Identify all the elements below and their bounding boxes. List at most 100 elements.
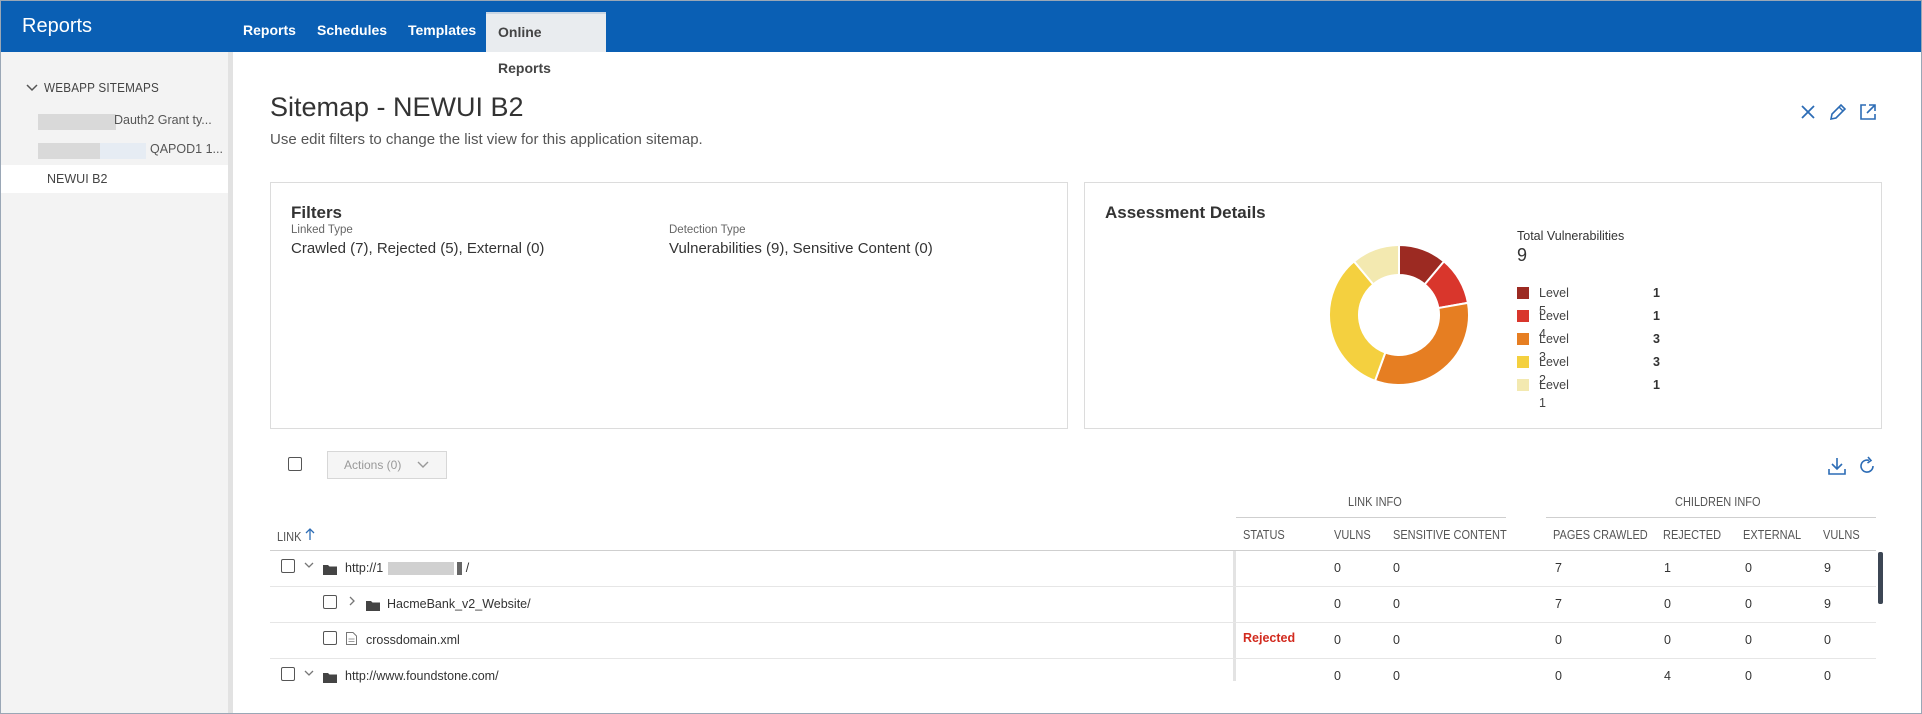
close-icon[interactable]	[1797, 101, 1819, 123]
tab-templates[interactable]: Templates	[396, 12, 488, 52]
download-icon[interactable]	[1826, 455, 1848, 477]
row-checkbox[interactable]	[281, 559, 295, 573]
edit-icon[interactable]	[1827, 101, 1849, 123]
sidebar-item-label: NEWUI B2	[47, 172, 108, 186]
sidebar-section-header[interactable]: WEBAPP SITEMAPS	[26, 80, 172, 95]
link-info-group-header: LINK INFO	[1348, 495, 1402, 509]
link-cell[interactable]: crossdomain.xml	[366, 633, 460, 647]
legend-count: 3	[1653, 355, 1660, 369]
row-divider	[270, 658, 1876, 659]
sidebar-item-label: QAPOD1 1...	[150, 142, 223, 156]
column-header-child-vulns[interactable]: VULNS	[1823, 528, 1860, 542]
child-vulns-cell: 9	[1824, 597, 1831, 611]
pages-crawled-cell: 7	[1555, 597, 1562, 611]
vulnerability-donut-chart	[1328, 243, 1470, 386]
column-header-label: LINK	[277, 530, 302, 544]
assessment-title: Assessment Details	[1105, 203, 1266, 222]
external-cell: 0	[1745, 597, 1752, 611]
sensitive-cell: 0	[1393, 633, 1400, 647]
external-cell: 0	[1745, 669, 1752, 683]
redacted-text	[457, 562, 463, 576]
sort-ascending-icon	[305, 527, 315, 546]
page-title: Sitemap - NEWUI B2	[270, 92, 524, 122]
folder-icon	[323, 670, 337, 683]
chevron-down-icon[interactable]	[304, 560, 314, 573]
legend-swatch	[1517, 333, 1529, 345]
select-all-checkbox[interactable]	[288, 457, 302, 471]
chevron-down-icon	[26, 80, 40, 95]
pages-crawled-cell: 0	[1555, 633, 1562, 647]
chevron-down-icon[interactable]	[304, 668, 314, 681]
column-header-external[interactable]: EXTERNAL	[1743, 528, 1801, 542]
link-cell[interactable]: http://www.foundstone.com/	[345, 669, 499, 683]
legend-count: 1	[1653, 378, 1660, 392]
rejected-cell: 4	[1664, 669, 1671, 683]
pages-crawled-cell: 0	[1555, 669, 1562, 683]
vulns-cell: 0	[1334, 669, 1341, 683]
redacted-text	[38, 143, 100, 159]
app-title: Reports	[22, 15, 93, 37]
link-cell[interactable]: http://1 /	[345, 561, 470, 576]
page-subtitle: Use edit filters to change the list view…	[270, 131, 703, 148]
column-header-pages-crawled[interactable]: PAGES CRAWLED	[1553, 528, 1648, 542]
legend-label: Level 1	[1539, 378, 1569, 410]
actions-dropdown[interactable]: Actions (0)	[327, 451, 447, 479]
children-info-group-header: CHILDREN INFO	[1675, 495, 1761, 509]
sensitive-cell: 0	[1393, 597, 1400, 611]
legend-count: 3	[1653, 332, 1660, 346]
tab-schedules[interactable]: Schedules	[305, 12, 399, 52]
child-vulns-cell: 9	[1824, 561, 1831, 575]
row-divider	[270, 586, 1876, 587]
filters-title: Filters	[291, 203, 343, 222]
status-badge: Rejected	[1243, 631, 1296, 645]
link-cell[interactable]: HacmeBank_v2_Website/	[387, 597, 531, 611]
column-header-vulns[interactable]: VULNS	[1334, 528, 1371, 542]
redacted-text	[100, 143, 146, 159]
vulns-cell: 0	[1334, 561, 1341, 575]
sidebar: WEBAPP SITEMAPS Dauth2 Grant ty... QAPOD…	[0, 52, 232, 714]
child-vulns-cell: 0	[1824, 633, 1831, 647]
table-scrollbar[interactable]	[1878, 552, 1883, 604]
legend-count: 1	[1653, 309, 1660, 323]
vulns-cell: 0	[1334, 633, 1341, 647]
column-header-status[interactable]: STATUS	[1243, 528, 1285, 542]
total-vulnerabilities-label: Total Vulnerabilities	[1517, 229, 1625, 243]
chevron-right-icon[interactable]	[347, 596, 357, 609]
link-suffix: /	[465, 561, 470, 575]
legend-swatch	[1517, 310, 1529, 322]
legend-swatch	[1517, 356, 1529, 368]
donut-slice-level-3[interactable]	[1373, 301, 1470, 386]
legend-count: 1	[1653, 286, 1660, 300]
group-divider	[1236, 517, 1506, 518]
tab-reports[interactable]: Reports	[231, 12, 308, 52]
actions-label: Actions (0)	[344, 458, 402, 472]
sidebar-item-qapod1[interactable]: QAPOD1 1...	[0, 135, 228, 163]
folder-icon	[323, 562, 337, 575]
child-vulns-cell: 0	[1824, 669, 1831, 683]
external-cell: 0	[1745, 561, 1752, 575]
column-resize-divider[interactable]	[1233, 551, 1236, 681]
open-external-icon[interactable]	[1857, 101, 1879, 123]
column-header-sensitive-content[interactable]: SENSITIVE CONTENT	[1393, 528, 1507, 542]
column-header-link[interactable]: LINK	[277, 528, 315, 546]
tab-online-reports[interactable]: Online Reports	[486, 12, 606, 76]
sensitive-cell: 0	[1393, 669, 1400, 683]
sidebar-item-newui-b2[interactable]: NEWUI B2	[0, 165, 228, 193]
legend-swatch	[1517, 379, 1529, 391]
sidebar-item-oauth2[interactable]: Dauth2 Grant ty...	[0, 106, 228, 134]
sidebar-section-title: WEBAPP SITEMAPS	[43, 80, 159, 95]
top-navigation-bar: Reports Reports Schedules Templates Onli…	[0, 0, 1922, 76]
linked-type-label: Linked Type	[291, 224, 353, 236]
sidebar-item-label: Dauth2 Grant ty...	[114, 113, 212, 127]
row-checkbox[interactable]	[323, 631, 337, 645]
vulns-cell: 0	[1334, 597, 1341, 611]
row-checkbox[interactable]	[281, 667, 295, 681]
total-vulnerabilities-value: 9	[1517, 245, 1528, 265]
external-cell: 0	[1745, 633, 1752, 647]
refresh-icon[interactable]	[1856, 455, 1878, 477]
detection-type-label: Detection Type	[669, 224, 746, 236]
row-checkbox[interactable]	[323, 595, 337, 609]
row-divider	[270, 622, 1876, 623]
chevron-down-icon	[416, 452, 430, 487]
column-header-rejected[interactable]: REJECTED	[1663, 528, 1721, 542]
